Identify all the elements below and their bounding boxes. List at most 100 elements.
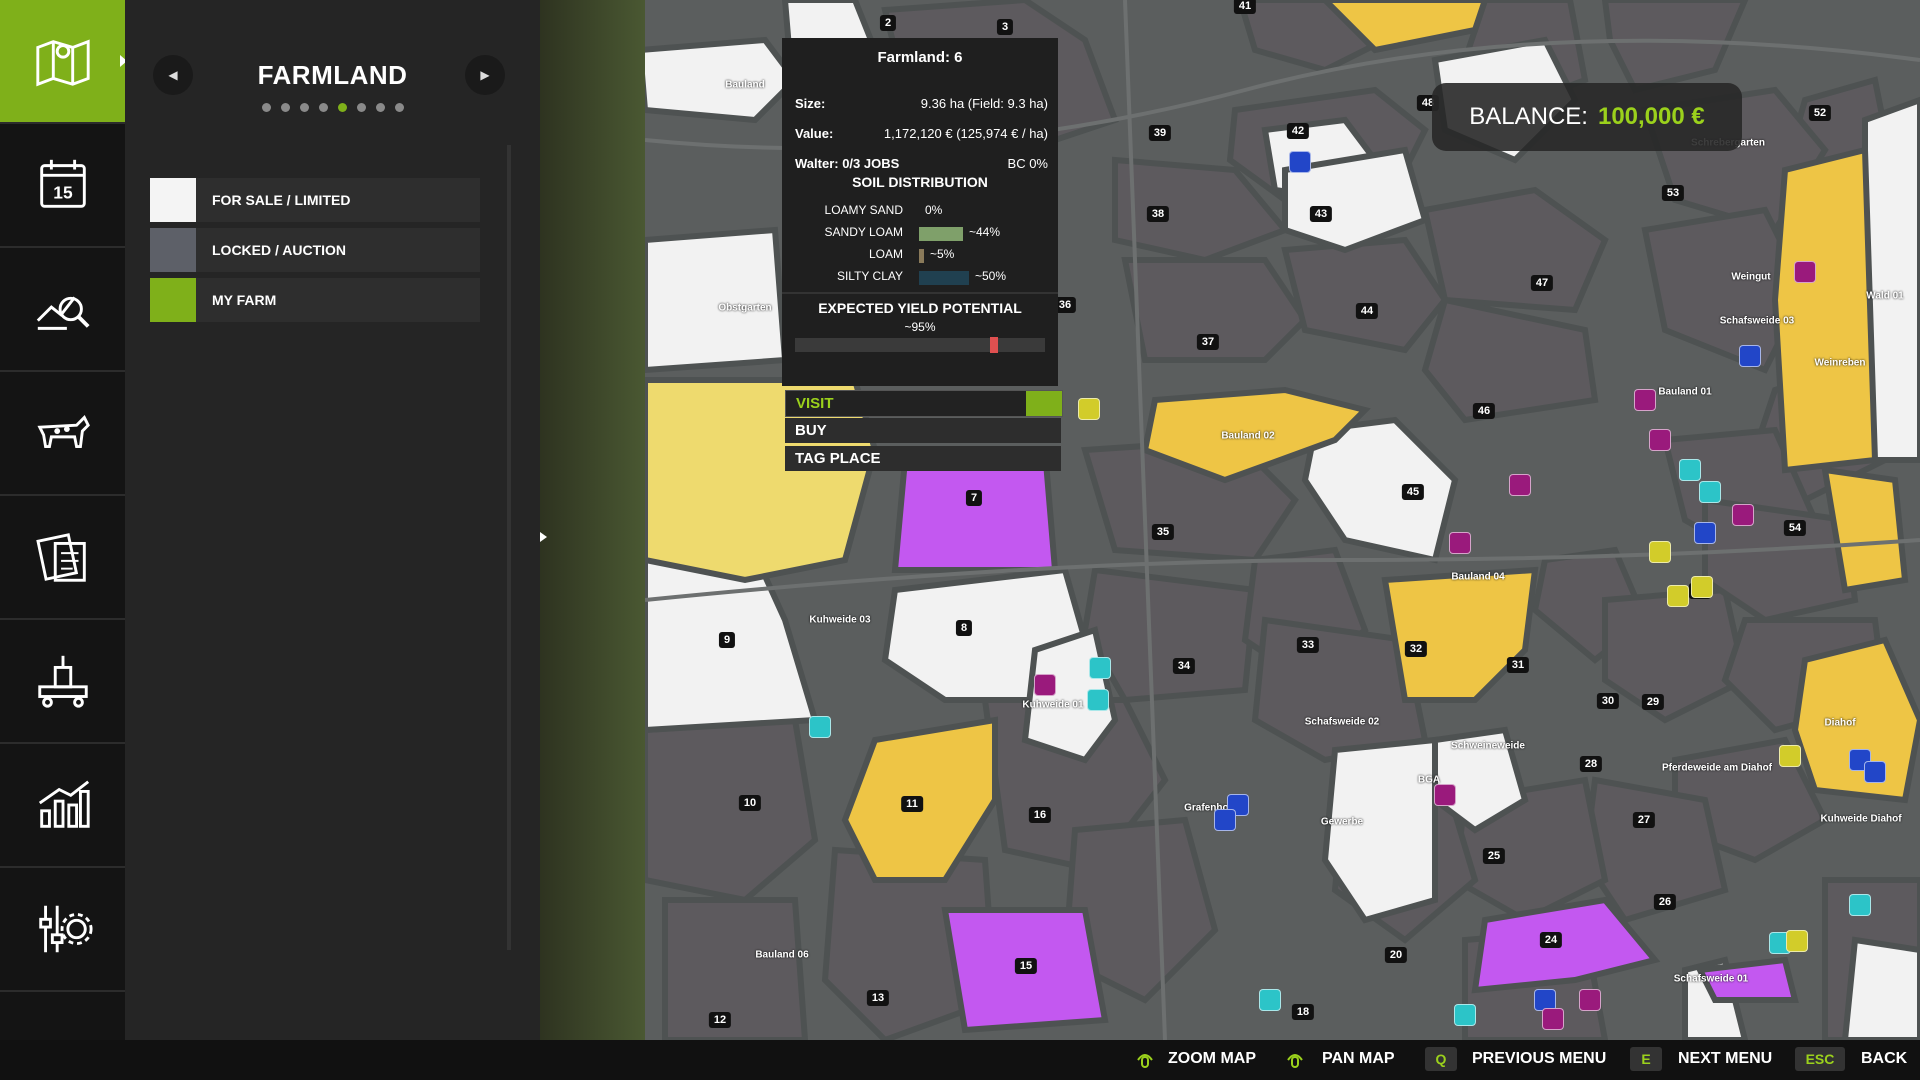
field-number-label[interactable]: 32: [1404, 641, 1428, 657]
buy-button[interactable]: BUY: [785, 418, 1061, 443]
map-poi-icon[interactable]: [1434, 784, 1456, 806]
production-tab[interactable]: [0, 620, 125, 744]
field-number-label[interactable]: 15: [1014, 958, 1038, 974]
hint-next-menu: NEXT MENU: [1678, 1050, 1773, 1067]
field-number-label[interactable]: 46: [1472, 403, 1496, 419]
calendar-tab[interactable]: 15: [0, 124, 125, 248]
page-dot[interactable]: [337, 103, 347, 112]
field-number-label[interactable]: 47: [1530, 275, 1554, 291]
field-number-label[interactable]: 7: [965, 490, 983, 506]
field-number-label[interactable]: 27: [1632, 812, 1656, 828]
field-number-label[interactable]: 16: [1028, 807, 1052, 823]
field-number-label[interactable]: 38: [1146, 206, 1170, 222]
legend-locked: LOCKED / AUCTION: [150, 228, 480, 272]
page-dot[interactable]: [394, 103, 404, 112]
map-poi-icon[interactable]: [1089, 657, 1111, 679]
map-poi-icon[interactable]: [1087, 689, 1109, 711]
collapse-panel-handle[interactable]: [540, 0, 645, 1040]
map-poi-icon[interactable]: [1634, 389, 1656, 411]
production-icon: [37, 655, 88, 708]
legend-for-sale: FOR SALE / LIMITED: [150, 178, 480, 222]
field-number-label[interactable]: 34: [1172, 658, 1196, 674]
field-number-label[interactable]: 10: [738, 795, 762, 811]
prices-tab[interactable]: [0, 248, 125, 372]
contracts-tab[interactable]: [0, 496, 125, 620]
farmland-panel: ◀ ▶ FARMLAND FOR SALE / LIMITED LOCKED /…: [125, 0, 540, 1040]
field-number-label[interactable]: 54: [1783, 520, 1807, 536]
field-number-label[interactable]: 30: [1596, 693, 1620, 709]
map-poi-icon[interactable]: [1739, 345, 1761, 367]
map-poi-icon[interactable]: [1649, 541, 1671, 563]
page-dot[interactable]: [318, 103, 328, 112]
field-number-label[interactable]: 28: [1579, 756, 1603, 772]
map-poi-icon[interactable]: [1794, 261, 1816, 283]
field-number-label[interactable]: 29: [1641, 694, 1665, 710]
field-number-label[interactable]: 12: [708, 1012, 732, 1028]
map-poi-icon[interactable]: [1849, 894, 1871, 916]
statistics-tab[interactable]: [0, 744, 125, 868]
field-number-label[interactable]: 24: [1539, 932, 1563, 948]
map-poi-icon[interactable]: [809, 716, 831, 738]
settings-tab[interactable]: [0, 868, 125, 992]
contracts-icon: [35, 533, 86, 582]
map-poi-icon[interactable]: [1786, 930, 1808, 952]
map-poi-icon[interactable]: [1694, 522, 1716, 544]
field-number-label[interactable]: 20: [1384, 947, 1408, 963]
field-number-label[interactable]: 9: [718, 632, 736, 648]
field-number-label[interactable]: 31: [1506, 657, 1530, 673]
visit-button[interactable]: VISIT: [785, 390, 1063, 417]
animals-tab[interactable]: [0, 372, 125, 496]
place-label: Wald 01: [1866, 290, 1904, 302]
page-dot[interactable]: [375, 103, 385, 112]
map-poi-icon[interactable]: [1779, 745, 1801, 767]
field-number-label[interactable]: 53: [1661, 185, 1685, 201]
menu-rail: 15: [0, 0, 127, 1040]
page-dot[interactable]: [280, 103, 290, 112]
map-poi-icon[interactable]: [1214, 809, 1236, 831]
map-poi-icon[interactable]: [1579, 989, 1601, 1011]
tag-place-button[interactable]: TAG PLACE: [785, 446, 1061, 471]
field-number-label[interactable]: 8: [955, 620, 973, 636]
page-dot[interactable]: [356, 103, 366, 112]
map-poi-icon[interactable]: [1691, 576, 1713, 598]
field-number-label[interactable]: 39: [1148, 125, 1172, 141]
map-poi-icon[interactable]: [1454, 1004, 1476, 1026]
field-number-label[interactable]: 42: [1286, 123, 1310, 139]
map-poi-icon[interactable]: [1649, 429, 1671, 451]
field-number-label[interactable]: 13: [866, 990, 890, 1006]
field-number-label[interactable]: 2: [879, 15, 897, 31]
panel-scrollbar[interactable]: [507, 145, 511, 950]
field-number-label[interactable]: 44: [1355, 303, 1379, 319]
map-tab[interactable]: [0, 0, 127, 124]
field-number-label[interactable]: 11: [901, 796, 923, 812]
field-number-label[interactable]: 37: [1196, 334, 1220, 350]
map-poi-icon[interactable]: [1542, 1008, 1564, 1030]
map-poi-icon[interactable]: [1078, 398, 1100, 420]
map-poi-icon[interactable]: [1509, 474, 1531, 496]
field-number-label[interactable]: 25: [1482, 848, 1506, 864]
map-poi-icon[interactable]: [1679, 459, 1701, 481]
map-poi-icon[interactable]: [1449, 532, 1471, 554]
map-poi-icon[interactable]: [1699, 481, 1721, 503]
field-number-label[interactable]: 41: [1233, 0, 1257, 14]
field-number-label[interactable]: 33: [1296, 637, 1320, 653]
field-number-label[interactable]: 45: [1401, 484, 1425, 500]
page-indicator: [125, 103, 540, 112]
field-number-label[interactable]: 3: [996, 19, 1014, 35]
field-number-label[interactable]: 35: [1151, 524, 1175, 540]
soil-name: LOAMY SAND: [824, 203, 903, 217]
page-dot[interactable]: [261, 103, 271, 112]
field-number-label[interactable]: 52: [1808, 105, 1832, 121]
soil-bar: [919, 227, 963, 241]
map-poi-icon[interactable]: [1289, 151, 1311, 173]
map-poi-icon[interactable]: [1034, 674, 1056, 696]
field-number-label[interactable]: 43: [1309, 206, 1333, 222]
map-poi-icon[interactable]: [1667, 585, 1689, 607]
field-number-label[interactable]: 18: [1291, 1004, 1315, 1020]
visit-label: VISIT: [796, 395, 834, 412]
map-poi-icon[interactable]: [1259, 989, 1281, 1011]
map-poi-icon[interactable]: [1864, 761, 1886, 783]
field-number-label[interactable]: 26: [1653, 894, 1677, 910]
map-poi-icon[interactable]: [1732, 504, 1754, 526]
page-dot[interactable]: [299, 103, 309, 112]
